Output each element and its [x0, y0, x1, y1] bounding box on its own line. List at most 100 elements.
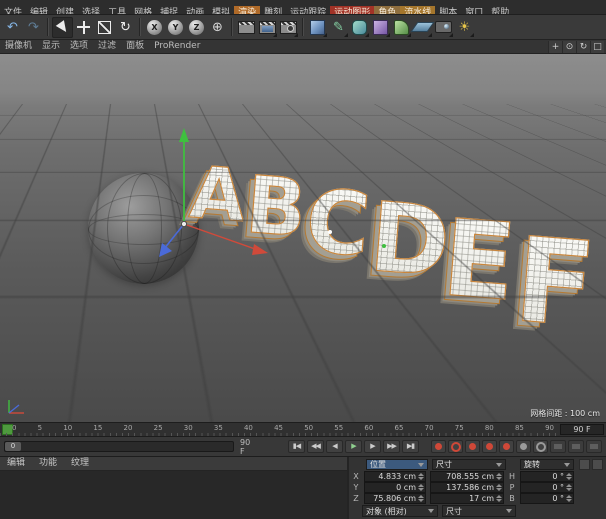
toggle-layout-button[interactable]: □	[590, 40, 604, 53]
spinner-icon[interactable]	[565, 483, 572, 492]
rotation-h-field[interactable]: 0 °	[520, 471, 574, 482]
rotation-p-field[interactable]: 0 °	[520, 482, 574, 493]
render-settings-button[interactable]	[278, 17, 299, 38]
record-position-button[interactable]	[465, 440, 480, 453]
spinner-icon[interactable]	[495, 483, 502, 492]
material-tab-2[interactable]: 纹理	[64, 457, 96, 470]
menubar-item-7[interactable]: 动画	[182, 6, 208, 14]
end-frame-field[interactable]: 90 F	[560, 424, 604, 435]
record-parameter-button[interactable]	[516, 440, 531, 453]
rotation-b-field[interactable]: 0 °	[520, 493, 574, 504]
spinner-icon[interactable]	[565, 494, 572, 503]
menubar-item-6[interactable]: 捕捉	[156, 6, 182, 14]
material-list-area[interactable]	[0, 471, 347, 519]
menubar-item-10[interactable]: 雕刻	[260, 6, 286, 14]
undo-button[interactable]: ↶	[2, 17, 23, 38]
y-axis-lock-button[interactable]: Y	[165, 17, 186, 38]
menubar-item-16[interactable]: 窗口	[461, 6, 487, 14]
viewport-menu-item-5[interactable]: ProRender	[149, 40, 205, 53]
spinner-icon[interactable]	[417, 494, 424, 503]
menubar-item-12[interactable]: 运动图形	[330, 6, 375, 14]
coords-header-1[interactable]: 尺寸	[432, 459, 506, 470]
menubar-item-2[interactable]: 创建	[52, 6, 78, 14]
subdivision-surface-button[interactable]	[349, 17, 370, 38]
menubar-item-3[interactable]: 选择	[78, 6, 104, 14]
environment-button[interactable]	[410, 17, 435, 38]
timeline-ruler[interactable]: 0 5 10 15 20 25 30 35 40 45 50 55 60 65 70 75 80 85 90 90 …	[0, 422, 606, 437]
material-tab-1[interactable]: 功能	[32, 457, 64, 470]
position-z-field[interactable]: 75.806 cm	[364, 493, 426, 504]
render-picture-viewer-button[interactable]	[257, 17, 278, 38]
size-y-field[interactable]: 137.586 cm	[430, 482, 504, 493]
menubar-item-5[interactable]: 网格	[130, 6, 156, 14]
render-view-button[interactable]	[236, 17, 257, 38]
viewport-menu-item-4[interactable]: 面板	[121, 40, 149, 53]
next-frame-button[interactable]: ▶	[364, 440, 381, 453]
material-tab-0[interactable]: 编辑	[0, 457, 32, 470]
menubar-item-17[interactable]: 帮助	[487, 6, 513, 14]
coords-lock-icon[interactable]	[592, 459, 603, 470]
light-button[interactable]: ☀	[454, 17, 475, 38]
position-x-field[interactable]: 4.833 cm	[364, 471, 426, 482]
menubar-item-13[interactable]: 角色	[374, 6, 401, 14]
menubar-item-4[interactable]: 工具	[104, 6, 130, 14]
size-z-field[interactable]: 17 cm	[430, 493, 504, 504]
pan-view-button[interactable]: +	[548, 40, 562, 53]
previous-frame-button[interactable]: ◀	[326, 440, 343, 453]
previous-key-button[interactable]: ◀◀	[307, 440, 324, 453]
range-start-handle[interactable]: 0	[5, 442, 21, 451]
rotate-tool[interactable]: ↻	[115, 17, 136, 38]
x-axis-lock-button[interactable]: X	[144, 17, 165, 38]
go-to-start-button[interactable]: ▮◀	[288, 440, 305, 453]
text-letter-f[interactable]: FF	[504, 210, 601, 359]
spinner-icon[interactable]	[565, 472, 572, 481]
add-cube-button[interactable]	[307, 17, 328, 38]
size-x-field[interactable]: 708.555 cm	[430, 471, 504, 482]
go-to-end-button[interactable]: ▶▮	[402, 440, 419, 453]
generator-button[interactable]	[370, 17, 391, 38]
record-keyframe-button[interactable]	[431, 440, 446, 453]
menubar-item-15[interactable]: 脚本	[435, 6, 461, 14]
live-selection-tool[interactable]	[52, 16, 73, 38]
spinner-icon[interactable]	[495, 494, 502, 503]
transform-mode-dropdown[interactable]: 对象 (相对)	[362, 505, 438, 517]
play-button[interactable]: ▶	[345, 440, 362, 453]
menubar-item-0[interactable]: 文件	[0, 6, 26, 14]
menubar-item-11[interactable]: 运动跟踪	[286, 6, 330, 14]
coordinate-system-button[interactable]: ⊕	[207, 17, 228, 38]
viewport-3d[interactable]: AABBCCDDEEFF 网格间距 : 100 cm	[0, 54, 606, 422]
size-mode-dropdown[interactable]: 尺寸	[442, 505, 516, 517]
viewport-menu-item-2[interactable]: 选项	[65, 40, 93, 53]
viewport-menu-item-0[interactable]: 摄像机	[0, 40, 37, 53]
hud-toggle-button[interactable]	[586, 440, 602, 453]
spinner-icon[interactable]	[495, 472, 502, 481]
z-axis-lock-button[interactable]: Z	[186, 17, 207, 38]
record-rotation-button[interactable]	[499, 440, 514, 453]
spinner-icon[interactable]	[417, 472, 424, 481]
viewport-menu-item-1[interactable]: 显示	[37, 40, 65, 53]
menubar-item-14[interactable]: 流水线	[400, 6, 436, 14]
viewport-menu-item-3[interactable]: 过滤	[93, 40, 121, 53]
position-y-field[interactable]: 0 cm	[364, 482, 426, 493]
record-point-level-button[interactable]	[533, 440, 548, 453]
coords-header-2[interactable]: 旋转	[520, 459, 574, 470]
camera-button[interactable]	[433, 17, 454, 38]
record-scale-button[interactable]	[482, 440, 497, 453]
menubar-item-9[interactable]: 渲染	[234, 6, 261, 14]
scale-tool[interactable]	[94, 17, 115, 38]
zoom-view-button[interactable]: ⊙	[562, 40, 576, 53]
menubar-item-8[interactable]: 模拟	[208, 6, 234, 14]
redo-button[interactable]: ↷	[23, 17, 44, 38]
keyframe-selection-button[interactable]	[550, 440, 566, 453]
coords-menu-icon[interactable]	[579, 459, 590, 470]
deformer-button[interactable]	[391, 17, 412, 38]
preview-range-slider[interactable]: 0	[4, 441, 234, 452]
autokey-button[interactable]	[448, 440, 463, 453]
rotate-view-button[interactable]: ↻	[576, 40, 590, 53]
text-letter-e[interactable]: EE	[432, 196, 520, 330]
next-key-button[interactable]: ▶▶	[383, 440, 400, 453]
timeline-options-button[interactable]	[568, 440, 584, 453]
spinner-icon[interactable]	[417, 483, 424, 492]
menubar-item-1[interactable]: 编辑	[26, 6, 52, 14]
move-tool[interactable]	[73, 17, 94, 38]
